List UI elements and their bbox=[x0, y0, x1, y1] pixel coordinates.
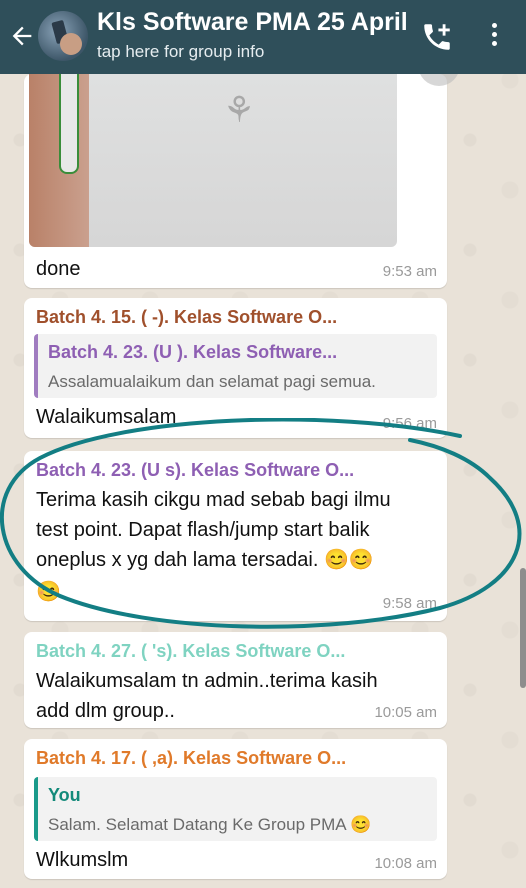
message-line: Terima kasih cikgu mad sebab bagi ilmu bbox=[36, 489, 391, 511]
call-add-icon[interactable] bbox=[420, 20, 454, 54]
message-time: 9:58 am bbox=[382, 595, 437, 612]
quoted-sender: You bbox=[48, 785, 81, 805]
message-text-bubble[interactable]: Batch 4. 23. (U s). Kelas Software O... … bbox=[24, 451, 447, 621]
message-line: add dlm group.. bbox=[36, 700, 175, 722]
quoted-sender: Batch 4. 23. (U ). Kelas Software... bbox=[48, 342, 338, 362]
back-arrow-icon[interactable] bbox=[8, 22, 36, 50]
quoted-message[interactable]: Batch 4. 23. (U ). Kelas Software... Ass… bbox=[34, 334, 437, 398]
message-line: 😊 bbox=[36, 581, 61, 603]
group-info-hint[interactable]: tap here for group info bbox=[97, 42, 264, 62]
message-sender[interactable]: Batch 4. 23. (U s). Kelas Software O... bbox=[36, 460, 354, 481]
message-reply[interactable]: Batch 4. 17. ( ,a). Kelas Software O... … bbox=[24, 739, 447, 879]
message-line: oneplus x yg dah lama tersadai. 😊😊 bbox=[36, 549, 374, 571]
chat-header[interactable]: Kls Software PMA 25 April tap here for g… bbox=[0, 0, 526, 74]
message-sender[interactable]: Batch 4. 15. ( -). Kelas Software O... bbox=[36, 307, 337, 328]
message-time: 10:05 am bbox=[374, 704, 437, 721]
quoted-message[interactable]: You Salam. Selamat Datang Ke Group PMA 😊 bbox=[34, 777, 437, 841]
quoted-text: Salam. Selamat Datang Ke Group PMA 😊 bbox=[48, 815, 372, 834]
message-line: test point. Dapat flash/jump start balik bbox=[36, 519, 370, 541]
message-time: 9:53 am bbox=[382, 263, 437, 280]
message-text-bubble[interactable]: Batch 4. 27. ( 's). Kelas Software O... … bbox=[24, 632, 447, 728]
scrollbar-thumb[interactable] bbox=[520, 568, 526, 688]
message-image[interactable]: ⚘ done 9:53 am bbox=[24, 74, 447, 288]
message-sender[interactable]: Batch 4. 27. ( 's). Kelas Software O... bbox=[36, 641, 345, 662]
message-line: Walaikumsalam tn admin..terima kasih bbox=[36, 670, 378, 692]
message-text: Walaikumsalam bbox=[36, 406, 177, 428]
message-text: Wlkumslm bbox=[36, 849, 129, 871]
group-avatar[interactable] bbox=[38, 11, 88, 61]
message-text: done bbox=[36, 258, 81, 280]
logo-icon: ⚘ bbox=[222, 89, 256, 130]
photo-thumbnail[interactable]: ⚘ bbox=[29, 74, 397, 247]
message-reply[interactable]: Batch 4. 15. ( -). Kelas Software O... B… bbox=[24, 298, 447, 438]
message-sender[interactable]: Batch 4. 17. ( ,a). Kelas Software O... bbox=[36, 748, 346, 769]
quoted-text: Assalamualaikum dan selamat pagi semua. bbox=[48, 372, 376, 391]
group-title[interactable]: Kls Software PMA 25 April bbox=[97, 8, 408, 37]
message-time: 10:08 am bbox=[374, 855, 437, 872]
message-time: 9:56 am bbox=[382, 415, 437, 432]
overflow-menu-icon[interactable] bbox=[484, 20, 504, 54]
